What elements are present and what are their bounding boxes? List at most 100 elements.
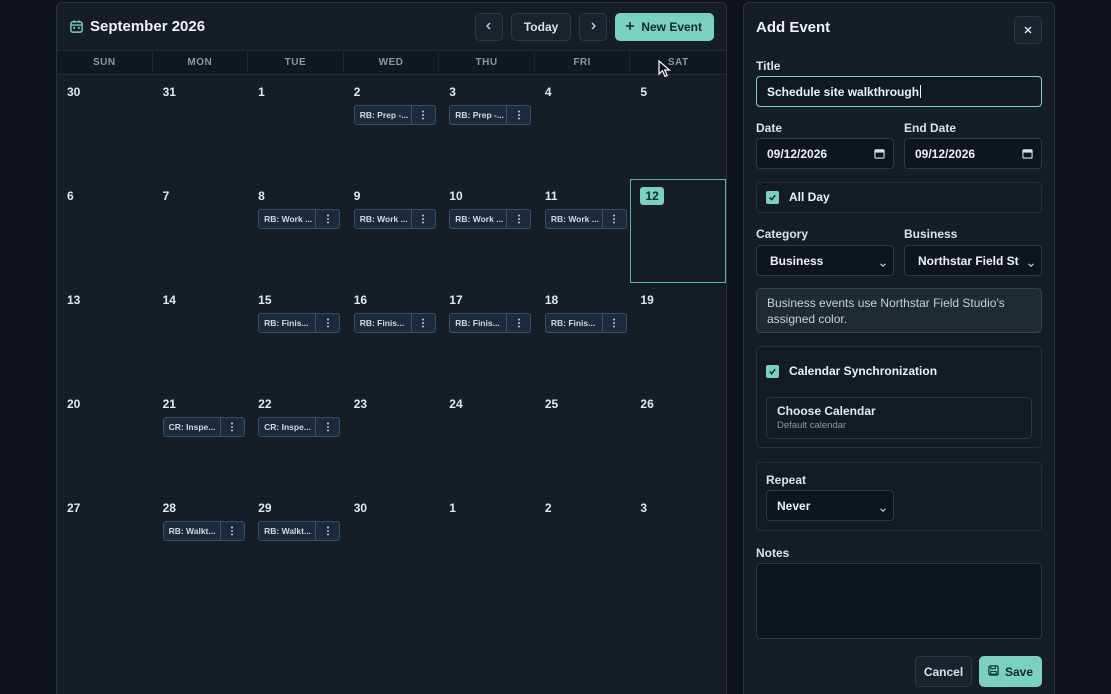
day-cell-today[interactable]: 12 xyxy=(630,179,726,283)
drag-handle-icon[interactable] xyxy=(410,314,435,332)
date-input[interactable]: 09/12/2026 xyxy=(756,138,894,169)
day-cell[interactable]: 10 RB: Work ... xyxy=(439,179,535,283)
event-chip[interactable]: RB: Prep -... xyxy=(449,105,532,125)
day-cell[interactable]: 4 xyxy=(535,75,631,179)
event-chip[interactable]: RB: Walkt... xyxy=(258,521,341,541)
day-cell[interactable]: 5 xyxy=(630,75,726,179)
event-chip-label: RB: Prep -... xyxy=(359,110,409,120)
day-number: 1 xyxy=(258,85,265,99)
title-input[interactable]: Schedule site walkthrough xyxy=(756,76,1042,107)
day-cell[interactable]: 16 RB: Finis... xyxy=(344,283,440,387)
day-cell[interactable]: 25 xyxy=(535,387,631,491)
event-chip[interactable]: RB: Finis... xyxy=(449,313,532,333)
all-day-checkbox[interactable] xyxy=(766,190,779,204)
day-cell[interactable]: 28 RB: Walkt... xyxy=(153,491,249,595)
drag-handle-icon[interactable] xyxy=(219,418,244,436)
date-label: Date xyxy=(756,121,783,135)
drag-handle-icon[interactable] xyxy=(601,314,626,332)
day-number: 2 xyxy=(544,501,552,515)
event-chip-label: CR: Inspe... xyxy=(264,422,311,432)
choose-calendar-title: Choose Calendar xyxy=(777,404,876,418)
day-cell[interactable]: 3 RB: Prep -... xyxy=(439,75,535,179)
day-cell[interactable]: 7 xyxy=(153,179,249,283)
day-cell[interactable]: 1 xyxy=(248,75,344,179)
event-chip[interactable]: RB: Finis... xyxy=(544,313,627,333)
new-event-button[interactable]: New Event xyxy=(615,12,714,41)
close-icon xyxy=(1023,23,1033,38)
drag-handle-icon[interactable] xyxy=(315,314,339,332)
day-cell[interactable]: 9 RB: Work ... xyxy=(344,179,440,283)
date-picker-icon[interactable] xyxy=(874,148,885,162)
day-cell[interactable]: 30 xyxy=(57,75,153,179)
all-day-toggle[interactable]: All Day xyxy=(766,190,830,204)
date-picker-icon[interactable] xyxy=(1022,148,1033,162)
event-chip[interactable]: RB: Finis... xyxy=(258,313,341,333)
day-cell[interactable]: 15 RB: Finis... xyxy=(248,283,344,387)
drag-handle-icon[interactable] xyxy=(410,106,435,124)
drag-handle-icon[interactable] xyxy=(315,522,339,540)
day-cell[interactable]: 29 RB: Walkt... xyxy=(248,491,344,595)
drag-handle-icon[interactable] xyxy=(410,210,435,228)
day-cell[interactable]: 19 xyxy=(630,283,726,387)
event-chip[interactable]: RB: Prep -... xyxy=(353,105,436,125)
cancel-button[interactable]: Cancel xyxy=(915,656,972,687)
event-chip[interactable]: RB: Work ... xyxy=(258,209,341,229)
day-number: 1 xyxy=(449,501,456,515)
day-cell[interactable]: 26 xyxy=(630,387,726,491)
day-cell[interactable]: 30 xyxy=(344,491,440,595)
day-cell[interactable]: 22 CR: Inspe... xyxy=(248,387,344,491)
day-cell[interactable]: 11 RB: Work ... xyxy=(535,179,631,283)
chevron-right-icon xyxy=(588,20,598,34)
day-cell[interactable]: 21 CR: Inspe... xyxy=(153,387,249,491)
prev-month-button[interactable] xyxy=(474,12,503,41)
event-chip[interactable]: RB: Finis... xyxy=(353,313,436,333)
day-cell[interactable]: 20 xyxy=(57,387,153,491)
close-button[interactable] xyxy=(1014,16,1042,44)
day-cell[interactable]: 2 xyxy=(535,491,631,595)
day-cell[interactable]: 3 xyxy=(630,491,726,595)
day-cell[interactable]: 14 xyxy=(153,283,249,387)
day-cell[interactable]: 18 RB: Finis... xyxy=(535,283,631,387)
event-chip[interactable]: RB: Work ... xyxy=(449,209,532,229)
sync-checkbox[interactable] xyxy=(766,364,779,378)
weekday-label: FRI xyxy=(535,51,631,75)
day-cell[interactable]: 31 xyxy=(153,75,249,179)
day-number: 5 xyxy=(640,85,648,99)
title-label: Title xyxy=(756,59,781,73)
choose-calendar-button[interactable]: Choose Calendar Default calendar xyxy=(766,397,1032,439)
day-cell[interactable]: 1 xyxy=(439,491,535,595)
day-number: 19 xyxy=(640,293,654,307)
day-cell[interactable]: 17 RB: Finis... xyxy=(439,283,535,387)
day-cell[interactable]: 6 xyxy=(57,179,153,283)
event-chip[interactable]: RB: Walkt... xyxy=(162,521,245,541)
drag-handle-icon[interactable] xyxy=(601,210,626,228)
drag-handle-icon[interactable] xyxy=(506,314,530,332)
drag-handle-icon[interactable] xyxy=(506,106,530,124)
day-cell[interactable]: 24 xyxy=(439,387,535,491)
weekday-label: THU xyxy=(439,51,535,75)
end-date-input[interactable]: 09/12/2026 xyxy=(904,138,1042,169)
drag-handle-icon[interactable] xyxy=(315,210,339,228)
day-cell[interactable]: 8 RB: Work ... xyxy=(248,179,344,283)
day-cell[interactable]: 23 xyxy=(344,387,440,491)
drag-handle-icon[interactable] xyxy=(506,210,530,228)
drag-handle-icon[interactable] xyxy=(219,522,244,540)
chevron-down-icon xyxy=(1027,258,1035,272)
event-chip[interactable]: CR: Inspe... xyxy=(258,417,341,437)
save-button[interactable]: Save xyxy=(979,656,1042,687)
notes-textarea[interactable] xyxy=(756,563,1042,639)
event-chip[interactable]: RB: Work ... xyxy=(544,209,627,229)
event-chip[interactable]: CR: Inspe... xyxy=(162,417,245,437)
day-cell[interactable]: 2 RB: Prep -... xyxy=(344,75,440,179)
event-chip[interactable]: RB: Work ... xyxy=(353,209,436,229)
day-cell[interactable]: 27 xyxy=(57,491,153,595)
today-button[interactable]: Today xyxy=(510,12,572,41)
drag-handle-icon[interactable] xyxy=(315,418,339,436)
business-select[interactable]: Northstar Field Studio xyxy=(904,245,1042,276)
repeat-select[interactable]: Never xyxy=(766,490,894,521)
event-chip-label: RB: Finis... xyxy=(550,318,596,328)
sync-toggle[interactable]: Calendar Synchronization xyxy=(766,364,937,378)
next-month-button[interactable] xyxy=(579,12,608,41)
day-cell[interactable]: 13 xyxy=(57,283,153,387)
category-select[interactable]: Business xyxy=(756,245,894,276)
